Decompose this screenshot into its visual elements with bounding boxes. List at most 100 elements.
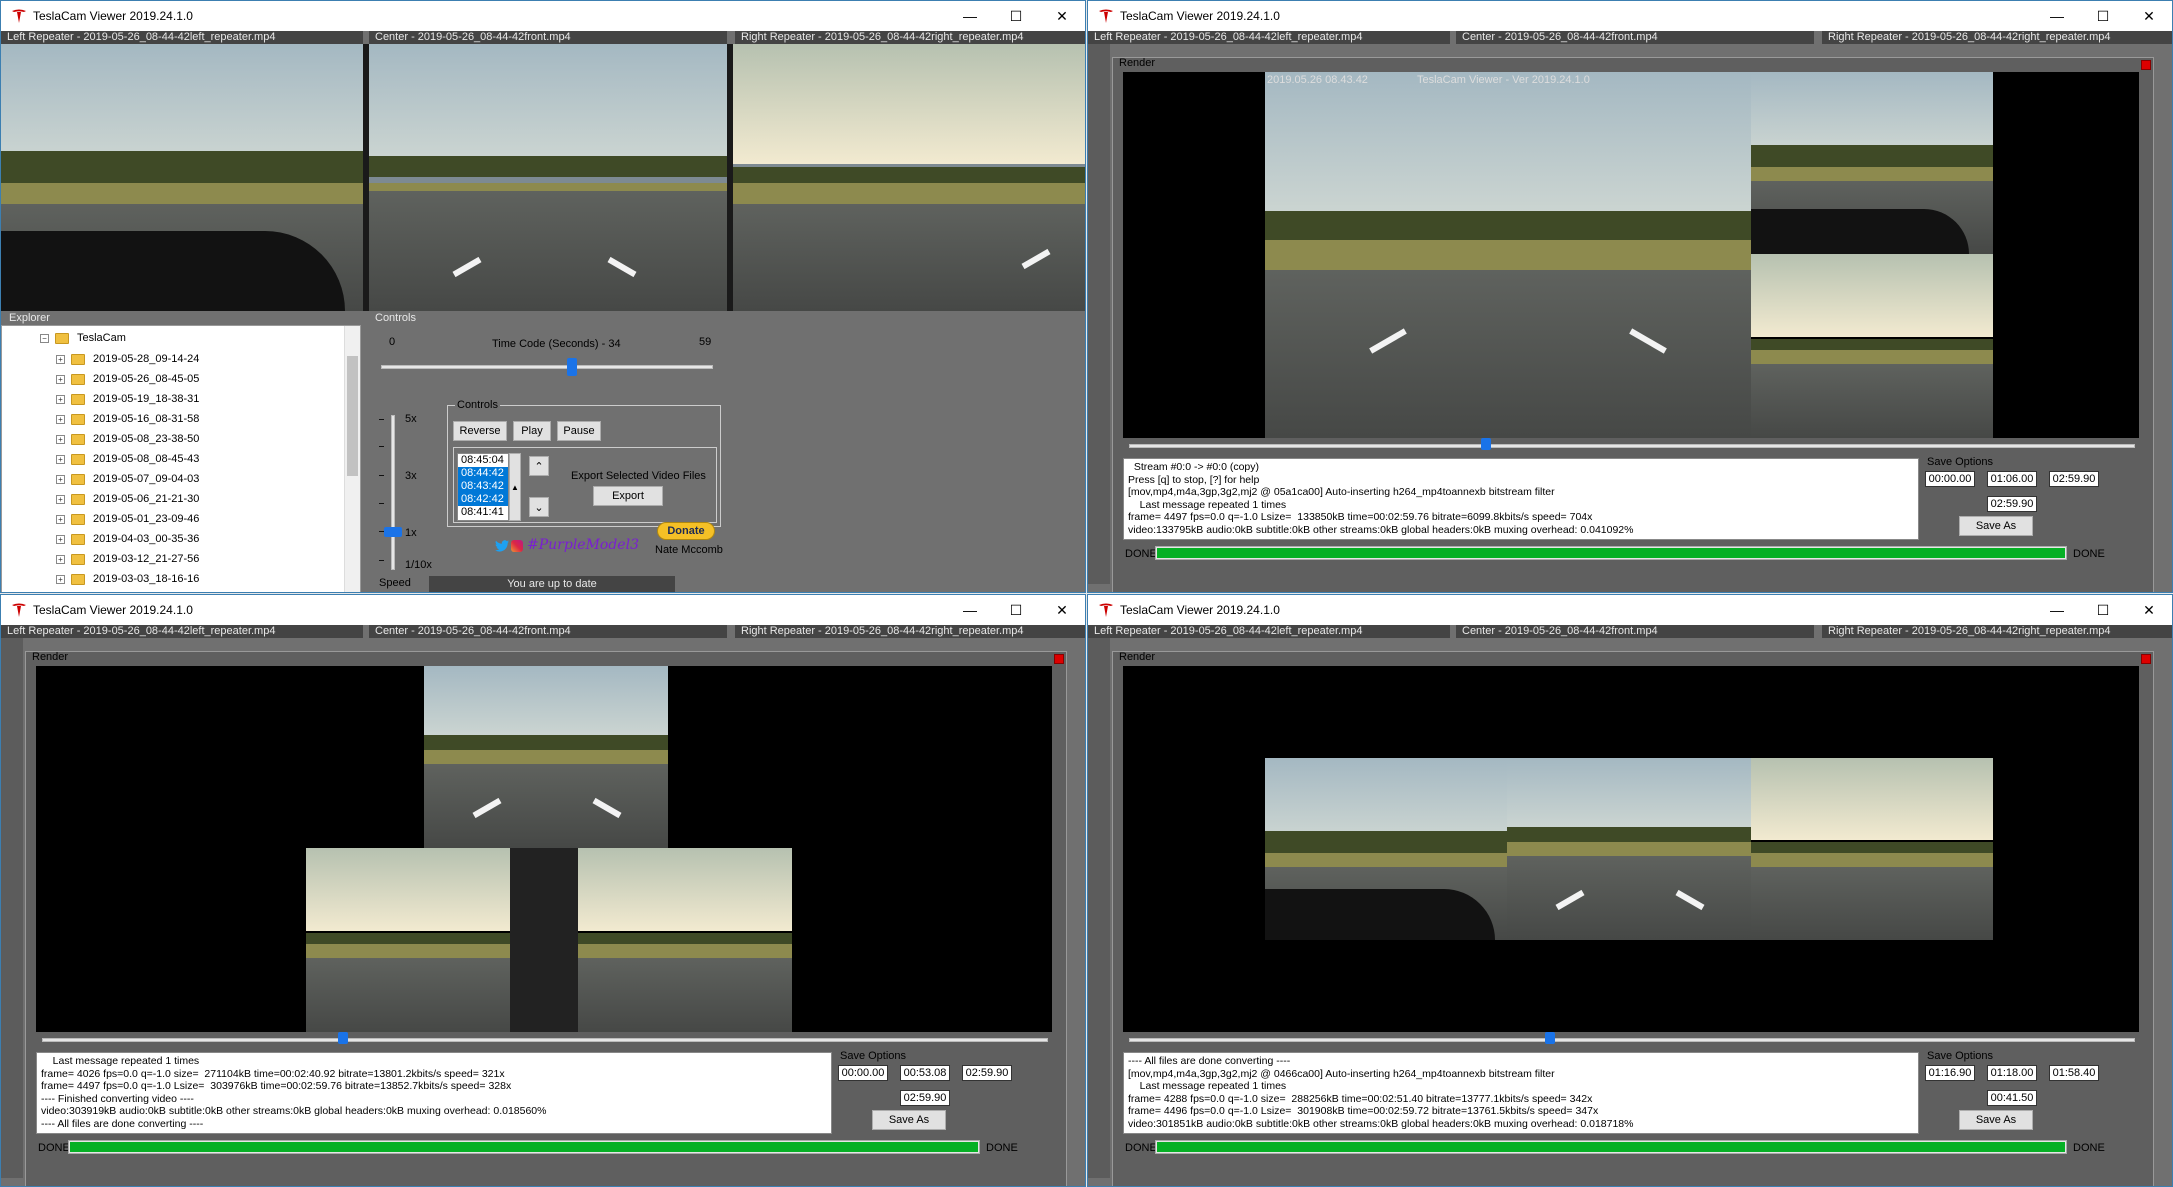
time-list-item[interactable]: 08:45:04 (458, 454, 508, 467)
pause-button[interactable]: Pause (557, 421, 601, 441)
preview-front (424, 666, 668, 848)
title-bar[interactable]: TeslaCam Viewer 2019.24.1.0 — ☐ ✕ (1088, 595, 2172, 625)
time-slider-thumb[interactable] (566, 358, 577, 376)
end-time-field[interactable]: 02:59.90 (2049, 471, 2099, 487)
tree-folder-item[interactable]: +2019-03-12_21-27-56 (56, 550, 199, 568)
save-as-button[interactable]: Save As (872, 1110, 946, 1130)
close-button[interactable]: ✕ (1039, 595, 1085, 625)
minimize-button[interactable]: — (947, 595, 993, 625)
time-list[interactable]: 08:45:04 08:44:42 08:43:42 08:42:42 08:41:41 (457, 453, 509, 521)
render-timeline[interactable] (1129, 1038, 2135, 1042)
window-render-4: TeslaCam Viewer 2019.24.1.0 — ☐ ✕ Left R… (1087, 594, 2173, 1187)
tree-folder-item[interactable]: +2019-05-26_08-45-05 (56, 370, 199, 388)
speed-slider-thumb[interactable] (384, 527, 402, 537)
expand-icon[interactable]: + (56, 394, 65, 404)
expand-icon[interactable]: + (56, 474, 65, 484)
center-camera-video[interactable] (369, 44, 727, 311)
time-list-item[interactable]: 08:44:42 (458, 467, 508, 480)
expand-icon[interactable]: + (56, 574, 65, 584)
maximize-button[interactable]: ☐ (993, 1, 1039, 31)
preview-front (1507, 758, 1751, 940)
render-timeline[interactable] (42, 1038, 1048, 1042)
tree-folder-item[interactable]: +2019-05-07_09-04-03 (56, 470, 199, 488)
mid-time-field[interactable]: 01:18.00 (1987, 1065, 2037, 1081)
time-list-item[interactable]: 08:42:42 (458, 493, 508, 506)
minimize-button[interactable]: — (2034, 1, 2080, 31)
title-bar[interactable]: TeslaCam Viewer 2019.24.1.0 — ☐ ✕ (1088, 1, 2172, 31)
donate-button[interactable]: Donate (657, 522, 715, 540)
maximize-button[interactable]: ☐ (2080, 595, 2126, 625)
expand-icon[interactable]: + (56, 454, 65, 464)
tree-folder-item[interactable]: +2019-05-08_08-45-43 (56, 450, 199, 468)
expand-icon[interactable]: + (56, 434, 65, 444)
render-log[interactable]: ---- All files are done converting ---- … (1123, 1052, 1919, 1134)
expand-icon[interactable]: + (56, 554, 65, 564)
save-as-button[interactable]: Save As (1959, 516, 2033, 536)
mid-time-field[interactable]: 00:53.08 (900, 1065, 950, 1081)
render-close-icon[interactable] (1054, 654, 1064, 664)
expand-icon[interactable]: + (56, 374, 65, 384)
expand-icon[interactable]: + (56, 414, 65, 424)
render-timeline[interactable] (1129, 444, 2135, 448)
render-timeline-thumb[interactable] (1545, 1032, 1555, 1044)
expand-icon[interactable]: + (56, 354, 65, 364)
expand-icon[interactable]: + (56, 534, 65, 544)
render-progress (1155, 546, 2067, 560)
tree-folder-item[interactable]: +2019-05-01_23-09-46 (56, 510, 199, 528)
preview-right (1751, 758, 1993, 940)
start-time-field[interactable]: 00:00.00 (838, 1065, 888, 1081)
start-time-field[interactable]: 00:00.00 (1925, 471, 1975, 487)
render-log[interactable]: Last message repeated 1 times frame= 402… (36, 1052, 832, 1134)
export-button[interactable]: Export (593, 486, 663, 506)
title-bar[interactable]: TeslaCam Viewer 2019.24.1.0 — ☐ ✕ (1, 595, 1085, 625)
close-button[interactable]: ✕ (1039, 1, 1085, 31)
render-timeline-thumb[interactable] (1481, 438, 1491, 450)
title-bar[interactable]: TeslaCam Viewer 2019.24.1.0 — ☐ ✕ (1, 1, 1085, 31)
time-slider[interactable] (381, 365, 713, 369)
move-up-button[interactable]: ⌃ (529, 456, 549, 476)
move-down-button[interactable]: ⌄ (529, 497, 549, 517)
tree-folder-item[interactable]: +2019-05-16_08-31-58 (56, 410, 199, 428)
render-log[interactable]: Stream #0:0 -> #0:0 (copy) Press [q] to … (1123, 458, 1919, 540)
tree-root[interactable]: − TeslaCam (40, 332, 126, 344)
play-button[interactable]: Play (513, 421, 551, 441)
maximize-button[interactable]: ☐ (2080, 1, 2126, 31)
explorer-scrollbar[interactable] (344, 326, 360, 592)
close-button[interactable]: ✕ (2126, 1, 2172, 31)
speed-slider[interactable] (391, 415, 395, 570)
minimize-button[interactable]: — (2034, 595, 2080, 625)
tree-folder-item[interactable]: +2019-05-19_18-38-31 (56, 390, 199, 408)
tree-folder-item[interactable]: +2019-04-03_00-35-36 (56, 530, 199, 548)
save-as-button[interactable]: Save As (1959, 1110, 2033, 1130)
expand-icon[interactable]: + (56, 494, 65, 504)
left-camera-video[interactable] (1, 44, 363, 311)
duration-field[interactable]: 00:41.50 (1987, 1090, 2037, 1106)
tree-folder-item[interactable]: +2019-05-06_21-21-30 (56, 490, 199, 508)
time-list-item[interactable]: 08:41:41 (458, 506, 508, 519)
time-list-scroll[interactable]: ▲ (509, 453, 521, 521)
render-close-icon[interactable] (2141, 654, 2151, 664)
end-time-field[interactable]: 01:58.40 (2049, 1065, 2099, 1081)
render-timeline-thumb[interactable] (338, 1032, 348, 1044)
close-button[interactable]: ✕ (2126, 595, 2172, 625)
expand-icon[interactable]: + (56, 514, 65, 524)
maximize-button[interactable]: ☐ (993, 595, 1039, 625)
start-time-field[interactable]: 01:16.90 (1925, 1065, 1975, 1081)
tree-folder-item[interactable]: +2019-03-03_18-16-16 (56, 570, 199, 588)
minimize-button[interactable]: — (947, 1, 993, 31)
social-hashtag[interactable]: #PurpleModel3 (527, 537, 639, 553)
explorer-title: Explorer (9, 312, 50, 324)
duration-field[interactable]: 02:59.90 (1987, 496, 2037, 512)
render-close-icon[interactable] (2141, 60, 2151, 70)
end-time-field[interactable]: 02:59.90 (962, 1065, 1012, 1081)
twitter-icon[interactable] (495, 540, 509, 552)
explorer-tree[interactable]: − TeslaCam +2019-05-28_09-14-24 +2019-05-… (1, 325, 361, 592)
tree-folder-item[interactable]: +2019-05-08_23-38-50 (56, 430, 199, 448)
reverse-button[interactable]: Reverse (453, 421, 507, 441)
mid-time-field[interactable]: 01:06.00 (1987, 471, 2037, 487)
tree-folder-item[interactable]: +2019-05-28_09-14-24 (56, 350, 199, 368)
time-list-item[interactable]: 08:43:42 (458, 480, 508, 493)
right-camera-video[interactable] (733, 44, 1085, 311)
duration-field[interactable]: 02:59.90 (900, 1090, 950, 1106)
instagram-icon[interactable] (511, 540, 523, 552)
